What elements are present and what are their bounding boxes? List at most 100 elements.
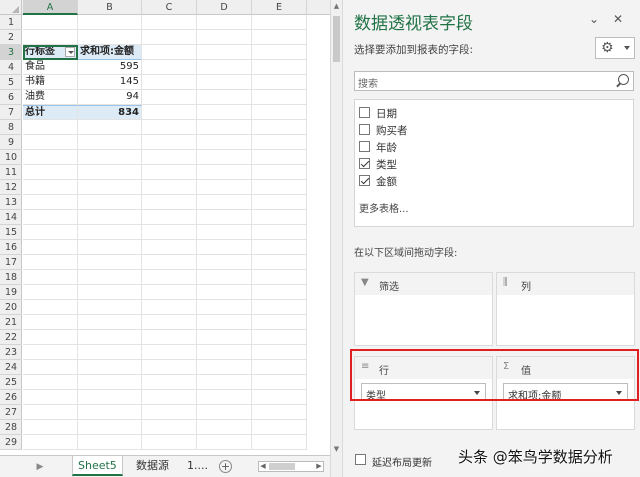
grid-cell[interactable]	[252, 300, 307, 315]
grid-cell[interactable]	[142, 210, 197, 225]
grid-cell[interactable]	[23, 255, 78, 270]
row-header[interactable]: 28	[0, 420, 22, 435]
grid-cell[interactable]	[142, 45, 197, 60]
grid-cell[interactable]	[142, 135, 197, 150]
pivot-row-value[interactable]: 145	[78, 75, 142, 90]
grid-cell[interactable]	[252, 45, 307, 60]
grid-cell[interactable]	[78, 435, 142, 450]
grid-cell[interactable]	[197, 255, 252, 270]
grid-cell[interactable]	[197, 210, 252, 225]
grid-cell[interactable]	[252, 390, 307, 405]
grid-cell[interactable]	[197, 45, 252, 60]
field-checkbox[interactable]	[359, 158, 370, 169]
grid-cell[interactable]	[252, 90, 307, 105]
grid-cell[interactable]	[142, 150, 197, 165]
grid-cell[interactable]	[142, 30, 197, 45]
grid-cell[interactable]	[78, 390, 142, 405]
row-header[interactable]: 7	[0, 105, 22, 120]
grid-cell[interactable]	[23, 150, 78, 165]
grid-cell[interactable]	[252, 75, 307, 90]
grid-cell[interactable]	[142, 75, 197, 90]
grid-cell[interactable]	[23, 360, 78, 375]
grid-cell[interactable]	[252, 405, 307, 420]
cell-grid[interactable]: 行标签 求和项:金额 食品 595 书籍 145 油费 94 总计 834	[23, 15, 330, 455]
grid-cell[interactable]	[78, 240, 142, 255]
grid-cell[interactable]	[252, 345, 307, 360]
row-header[interactable]: 19	[0, 285, 22, 300]
grid-cell[interactable]	[197, 315, 252, 330]
grid-cell[interactable]	[252, 150, 307, 165]
grid-cell[interactable]	[197, 405, 252, 420]
field-settings-button[interactable]: ⚙	[595, 37, 635, 59]
grid-cell[interactable]	[142, 435, 197, 450]
grid-cell[interactable]	[252, 15, 307, 30]
grid-cell[interactable]	[78, 150, 142, 165]
tab-more-sheets[interactable]: 1....	[182, 456, 213, 476]
grid-cell[interactable]	[197, 360, 252, 375]
grid-cell[interactable]	[23, 195, 78, 210]
row-header[interactable]: 25	[0, 375, 22, 390]
row-header[interactable]: 21	[0, 315, 22, 330]
grid-cell[interactable]	[197, 300, 252, 315]
grid-cell[interactable]	[252, 195, 307, 210]
grid-cell[interactable]	[23, 435, 78, 450]
grid-cell[interactable]	[142, 240, 197, 255]
grid-cell[interactable]	[252, 180, 307, 195]
grid-cell[interactable]	[142, 15, 197, 30]
field-checkbox[interactable]	[359, 141, 370, 152]
grid-cell[interactable]	[252, 285, 307, 300]
scroll-up-icon[interactable]: ▲	[331, 0, 342, 12]
grid-cell[interactable]	[78, 270, 142, 285]
row-header[interactable]: 6	[0, 90, 22, 105]
grid-cell[interactable]	[23, 300, 78, 315]
search-input[interactable]: 搜索	[354, 71, 634, 91]
grid-cell[interactable]	[197, 165, 252, 180]
grid-cell[interactable]	[252, 375, 307, 390]
column-header-c[interactable]: C	[142, 0, 197, 15]
grid-cell[interactable]	[142, 180, 197, 195]
grid-cell[interactable]	[197, 135, 252, 150]
grid-cell[interactable]	[78, 360, 142, 375]
chevron-down-icon[interactable]: ⌄	[589, 12, 599, 26]
grid-cell[interactable]	[78, 405, 142, 420]
grid-cell[interactable]	[78, 30, 142, 45]
grid-cell[interactable]	[252, 435, 307, 450]
row-header[interactable]: 14	[0, 210, 22, 225]
scroll-right-icon[interactable]: ▶	[315, 462, 323, 471]
triangle-right-icon[interactable]: ▶	[34, 460, 46, 474]
grid-cell[interactable]	[142, 105, 197, 120]
close-icon[interactable]: ✕	[613, 12, 623, 26]
pivot-grand-total-value[interactable]: 834	[78, 105, 142, 120]
grid-cell[interactable]	[23, 270, 78, 285]
defer-checkbox[interactable]	[355, 454, 366, 465]
grid-cell[interactable]	[23, 375, 78, 390]
grid-cell[interactable]	[78, 315, 142, 330]
pivot-header-sum[interactable]: 求和项:金额	[78, 45, 142, 60]
search-icon[interactable]	[618, 74, 629, 85]
row-header[interactable]: 22	[0, 330, 22, 345]
grid-cell[interactable]	[23, 315, 78, 330]
grid-cell[interactable]	[197, 240, 252, 255]
row-header[interactable]: 29	[0, 435, 22, 450]
row-header[interactable]: 15	[0, 225, 22, 240]
row-header[interactable]: 18	[0, 270, 22, 285]
grid-cell[interactable]	[142, 60, 197, 75]
more-tables-link[interactable]: 更多表格...	[359, 200, 409, 215]
grid-cell[interactable]	[197, 60, 252, 75]
row-header[interactable]: 17	[0, 255, 22, 270]
pivot-grand-total-label[interactable]: 总计	[23, 105, 78, 120]
grid-cell[interactable]	[197, 180, 252, 195]
column-header-a[interactable]: A	[23, 0, 78, 15]
grid-cell[interactable]	[78, 195, 142, 210]
grid-cell[interactable]	[252, 60, 307, 75]
grid-cell[interactable]	[78, 300, 142, 315]
grid-cell[interactable]	[142, 330, 197, 345]
row-header[interactable]: 9	[0, 135, 22, 150]
grid-cell[interactable]	[252, 330, 307, 345]
grid-cell[interactable]	[197, 330, 252, 345]
grid-cell[interactable]	[142, 90, 197, 105]
row-header[interactable]: 12	[0, 180, 22, 195]
grid-cell[interactable]	[252, 30, 307, 45]
grid-cell[interactable]	[142, 285, 197, 300]
tab-sheet5[interactable]: Sheet5	[72, 456, 123, 476]
